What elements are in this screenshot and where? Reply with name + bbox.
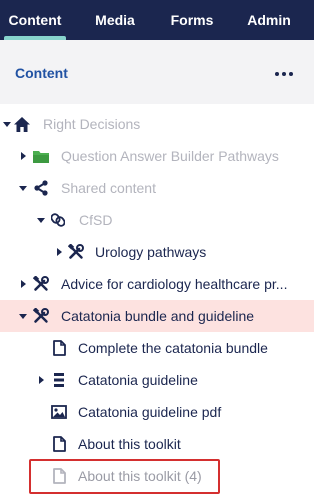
highlight-outline <box>29 459 220 494</box>
tree-item-label: Complete the catatonia bundle <box>78 340 268 356</box>
folder-icon <box>33 148 49 164</box>
collapse-caret[interactable] <box>16 276 30 292</box>
tree-item-label: Right Decisions <box>43 116 141 132</box>
expand-caret[interactable] <box>16 308 30 324</box>
list-icon <box>51 372 67 388</box>
tools-icon <box>33 276 49 292</box>
tab-media[interactable]: Media <box>70 0 160 40</box>
expand-caret[interactable] <box>16 180 30 196</box>
collapse-caret[interactable] <box>16 148 30 164</box>
tree-panel-header: Content <box>0 40 314 104</box>
more-options-button[interactable] <box>270 62 298 86</box>
tree-item-label: Urology pathways <box>95 244 207 260</box>
top-navigation: Content Media Forms Admin <box>0 0 314 40</box>
tree-item-label: Shared content <box>61 180 156 196</box>
panel-title: Content <box>15 65 68 81</box>
tab-content[interactable]: Content <box>0 0 70 40</box>
tree-item-label: CfSD <box>79 212 113 228</box>
document-icon <box>51 340 67 356</box>
tree-item-about-this-toolkit[interactable]: About this toolkit <box>0 428 314 460</box>
collapse-caret[interactable] <box>34 372 48 388</box>
tree-item-right-decisions[interactable]: Right Decisions <box>0 108 314 140</box>
home-icon <box>14 116 30 132</box>
tree-item-catatonia-bundle-and-guideline[interactable]: Catatonia bundle and guideline <box>0 300 314 332</box>
tree-item-shared-content[interactable]: Shared content <box>0 172 314 204</box>
tree-item-label: Catatonia guideline pdf <box>78 404 222 420</box>
tools-icon <box>33 308 49 324</box>
tree-item-label: About this toolkit <box>78 436 181 452</box>
ellipsis-icon <box>275 72 279 76</box>
expand-caret[interactable] <box>34 212 48 228</box>
tree-item-label: Advice for cardiology healthcare pr... <box>61 276 288 292</box>
tree-item-label: Catatonia guideline <box>78 372 198 388</box>
tree-item-complete-the-catatonia-bundle[interactable]: Complete the catatonia bundle <box>0 332 314 364</box>
tree-item-label: Catatonia bundle and guideline <box>61 308 255 324</box>
tree-item-cfsd[interactable]: CfSD <box>0 204 314 236</box>
tools-icon <box>68 244 84 260</box>
tree-item-question-answer-builder-pathways[interactable]: Question Answer Builder Pathways <box>0 140 314 172</box>
tree-item-catatonia-guideline[interactable]: Catatonia guideline <box>0 364 314 396</box>
tree-item-catatonia-guideline-pdf[interactable]: Catatonia guideline pdf <box>0 396 314 428</box>
document-icon <box>51 436 67 452</box>
chain-link-icon <box>50 212 66 228</box>
image-icon <box>51 404 67 420</box>
collapse-caret[interactable] <box>52 244 66 260</box>
share-icon <box>33 180 49 196</box>
expand-caret[interactable] <box>0 116 14 132</box>
tree-item-urology-pathways[interactable]: Urology pathways <box>0 236 314 268</box>
tree-item-label: Question Answer Builder Pathways <box>61 148 279 164</box>
tab-forms[interactable]: Forms <box>160 0 224 40</box>
tab-admin[interactable]: Admin <box>224 0 314 40</box>
tree-item-advice-for-cardiology[interactable]: Advice for cardiology healthcare pr... <box>0 268 314 300</box>
